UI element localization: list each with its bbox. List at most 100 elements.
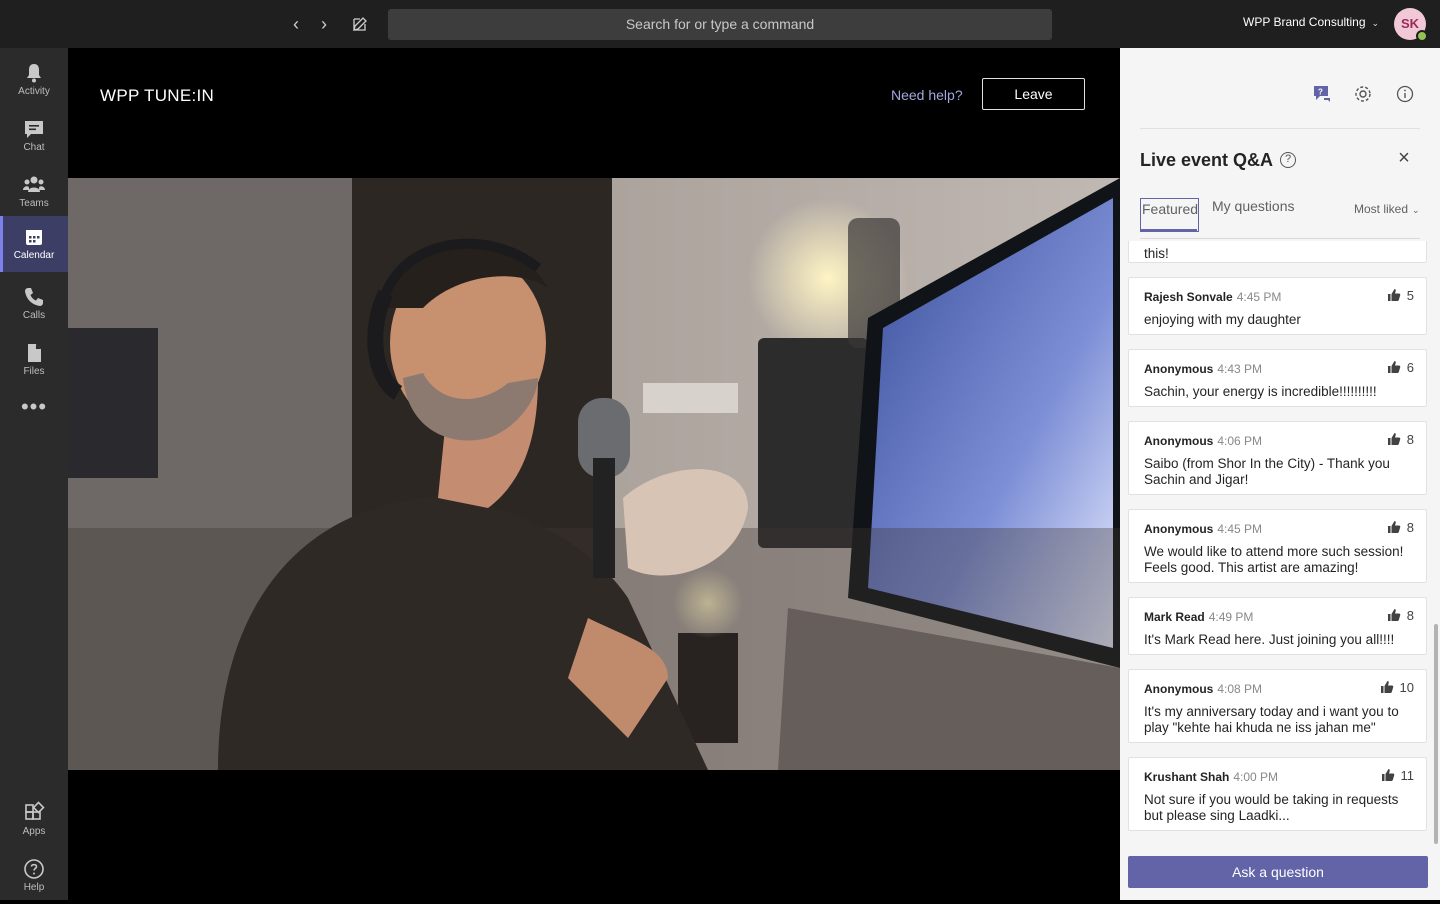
compose-icon[interactable] xyxy=(348,12,372,36)
rail-item-apps[interactable]: Apps xyxy=(0,792,68,848)
org-name: WPP Brand Consulting xyxy=(1243,15,1366,29)
apps-icon xyxy=(25,801,45,820)
question-time: 4:43 PM xyxy=(1217,362,1263,376)
like-count: 8 xyxy=(1406,608,1414,623)
help-circle-icon[interactable]: ? xyxy=(1280,152,1296,168)
file-icon xyxy=(28,344,41,362)
question-card: Anonymous 4:06 PM 8 Saibo (from Shor In the… xyxy=(1128,421,1427,495)
question-author: Anonymous 4:45 PM xyxy=(1144,522,1262,536)
question-text: It's Mark Read here. Just joining you al… xyxy=(1144,632,1395,647)
rail-item-help[interactable]: Help xyxy=(0,848,68,904)
question-time: 4:45 PM xyxy=(1217,522,1263,536)
question-author: Anonymous 4:43 PM xyxy=(1144,362,1262,376)
sort-dropdown[interactable]: Most liked ⌄ xyxy=(1354,202,1420,216)
question-time: 4:08 PM xyxy=(1217,682,1263,696)
video-player[interactable] xyxy=(68,178,1120,770)
qa-icon[interactable]: ? xyxy=(1312,84,1332,104)
event-title: WPP TUNE:IN xyxy=(100,86,215,105)
author-name: Krushant Shah xyxy=(1144,770,1230,784)
question-time: 4:49 PM xyxy=(1208,610,1254,624)
avatar[interactable]: SK xyxy=(1394,8,1428,42)
app-rail: Activity Chat Teams Calendar Calls Files… xyxy=(0,48,68,900)
rail-label: Calls xyxy=(22,310,46,321)
svg-text:?: ? xyxy=(1318,88,1323,97)
like-button[interactable]: 5 xyxy=(1387,288,1414,303)
rail-item-activity[interactable]: Activity xyxy=(0,52,68,108)
author-name: Mark Read xyxy=(1144,610,1205,624)
question-text: this! xyxy=(1144,246,1169,261)
question-time: 4:06 PM xyxy=(1217,434,1263,448)
rail-item-teams[interactable]: Teams xyxy=(0,164,68,220)
like-count: 8 xyxy=(1406,432,1414,447)
rail-label: Apps xyxy=(22,826,46,837)
question-card-partial: this! xyxy=(1128,241,1427,263)
question-text: It's my anniversary today and i want you… xyxy=(1144,704,1399,735)
settings-gear-icon[interactable] xyxy=(1353,84,1373,104)
like-count: 10 xyxy=(1399,680,1414,695)
author-name: Anonymous xyxy=(1144,434,1214,448)
video-frame xyxy=(68,178,1120,770)
chevron-down-icon: ⌄ xyxy=(1371,18,1380,28)
question-author: Anonymous 4:06 PM xyxy=(1144,434,1262,448)
org-switcher[interactable]: WPP Brand Consulting ⌄ xyxy=(1243,15,1379,29)
question-card: Rajesh Sonvale 4:45 PM 5 enjoying with my d… xyxy=(1128,277,1427,335)
info-icon[interactable] xyxy=(1395,84,1415,104)
like-button[interactable]: 11 xyxy=(1381,768,1414,783)
search-input[interactable]: Search for or type a command xyxy=(388,9,1052,40)
rail-label: Activity xyxy=(18,86,50,97)
like-button[interactable]: 6 xyxy=(1387,360,1414,375)
divider xyxy=(1140,128,1420,129)
title-bar: ‹ › Search for or type a command WPP Bra… xyxy=(0,0,1440,48)
rail-label: Teams xyxy=(19,198,49,209)
need-help-link[interactable]: Need help? xyxy=(891,87,963,103)
live-event-stage: WPP TUNE:IN Need help? Leave xyxy=(68,48,1120,900)
question-text: Saibo (from Shor In the City) - Thank yo… xyxy=(1144,456,1390,487)
teams-icon xyxy=(23,176,45,192)
avatar-initials: SK xyxy=(1400,16,1420,31)
rail-item-calls[interactable]: Calls xyxy=(0,276,68,332)
chevron-down-icon: ⌄ xyxy=(1412,205,1420,215)
question-text: Not sure if you would be taking in reque… xyxy=(1144,792,1399,823)
rail-item-calendar[interactable]: Calendar xyxy=(0,216,68,272)
rail-item-chat[interactable]: Chat xyxy=(0,108,68,164)
question-card: Anonymous 4:43 PM 6 Sachin, your energy is … xyxy=(1128,349,1427,407)
question-author: Mark Read 4:49 PM xyxy=(1144,610,1253,624)
like-count: 6 xyxy=(1406,360,1414,375)
author-name: Rajesh Sonvale xyxy=(1144,290,1233,304)
thumbs-up-icon xyxy=(1380,681,1393,693)
back-arrow-icon[interactable]: ‹ xyxy=(284,12,308,36)
rail-label: Calendar xyxy=(13,250,55,261)
scrollbar[interactable] xyxy=(1434,624,1438,844)
forward-arrow-icon[interactable]: › xyxy=(312,12,336,36)
ask-question-button[interactable]: Ask a question xyxy=(1128,856,1428,888)
question-time: 4:45 PM xyxy=(1236,290,1282,304)
tab-my-questions[interactable]: My questions xyxy=(1212,198,1294,214)
bell-icon xyxy=(27,64,41,83)
like-count: 5 xyxy=(1406,288,1414,303)
rail-label: Chat xyxy=(23,142,45,153)
like-button[interactable]: 8 xyxy=(1387,432,1414,447)
question-author: Krushant Shah 4:00 PM xyxy=(1144,770,1278,784)
more-apps-icon[interactable]: ••• xyxy=(0,392,68,432)
chat-icon xyxy=(25,121,43,138)
thumbs-up-icon xyxy=(1381,769,1394,781)
presence-indicator xyxy=(1416,30,1428,42)
qa-panel: ? Live event Q&A ? × Featured My questio… xyxy=(1120,48,1440,900)
question-card: Krushant Shah 4:00 PM 11 Not sure if you wo… xyxy=(1128,757,1427,831)
tab-featured[interactable]: Featured xyxy=(1140,198,1200,232)
tab-underline xyxy=(1140,238,1420,239)
qa-title: Live event Q&A xyxy=(1140,150,1274,170)
like-button[interactable]: 10 xyxy=(1380,680,1414,695)
rail-item-files[interactable]: Files xyxy=(0,332,68,388)
like-button[interactable]: 8 xyxy=(1387,520,1414,535)
question-author: Anonymous 4:08 PM xyxy=(1144,682,1262,696)
question-list[interactable]: this! Rajesh Sonvale 4:45 PM 5 enjoying wit… xyxy=(1128,241,1427,841)
leave-button[interactable]: Leave xyxy=(982,78,1085,110)
rail-label: Help xyxy=(23,882,45,893)
question-text: Sachin, your energy is incredible!!!!!!!… xyxy=(1144,384,1377,399)
close-icon[interactable]: × xyxy=(1396,148,1412,168)
question-text: We would like to attend more such sessio… xyxy=(1144,544,1404,575)
phone-icon xyxy=(25,288,43,306)
author-name: Anonymous xyxy=(1144,682,1214,696)
like-button[interactable]: 8 xyxy=(1387,608,1414,623)
